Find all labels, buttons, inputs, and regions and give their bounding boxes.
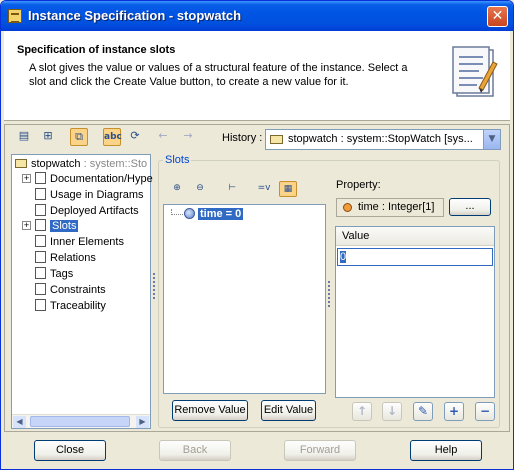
instance-icon	[15, 158, 27, 168]
title-bar[interactable]: Instance Specification - stopwatch ✕	[1, 1, 513, 31]
hierarchy-icon[interactable]: ⊢	[223, 181, 241, 197]
tree-item-traceability[interactable]: Traceability	[35, 299, 106, 315]
tree-item-label: Deployed Artifacts	[50, 205, 139, 217]
spellcheck-icon[interactable]: abc	[103, 128, 122, 146]
value-column-header[interactable]: Value	[336, 227, 494, 246]
edit-value-button[interactable]: Edit Value	[261, 400, 316, 421]
expand-icon[interactable]: +	[22, 174, 31, 183]
scroll-left-icon[interactable]: ◀	[13, 416, 26, 428]
instance-icon	[270, 135, 283, 144]
add-value-icon[interactable]: +	[444, 402, 464, 421]
tree-item-inner-elements[interactable]: Inner Elements	[35, 235, 124, 251]
tree-item-slots[interactable]: + Slots	[22, 219, 79, 235]
tree-root-name: stopwatch	[31, 158, 81, 170]
help-button[interactable]: Help	[410, 440, 482, 461]
slot-item-label: time = 0	[198, 208, 244, 220]
tree-item-label: Usage in Diagrams	[50, 189, 144, 201]
specification-header: Specification of instance slots A slot g…	[4, 31, 510, 121]
back-button[interactable]: Back	[159, 440, 231, 461]
page-icon	[35, 219, 46, 232]
expand-icon[interactable]: +	[22, 221, 31, 230]
scroll-thumb[interactable]	[30, 416, 130, 427]
value-table[interactable]: Value 0	[335, 226, 495, 398]
page-icon	[35, 188, 46, 201]
header-title: Specification of instance slots	[17, 44, 176, 56]
slots-splitter-handle[interactable]	[328, 281, 330, 309]
tree-item-relations[interactable]: Relations	[35, 251, 96, 267]
value-cell-text: 0	[340, 251, 347, 263]
page-icon	[35, 235, 46, 248]
tree-connector	[171, 209, 183, 215]
tree-splitter-handle[interactable]	[153, 273, 155, 301]
value-cell-input[interactable]: 0	[337, 248, 493, 266]
chevron-down-icon[interactable]: ▼	[483, 130, 500, 149]
grid-view-icon[interactable]: ▦	[279, 181, 297, 197]
slots-group-label: Slots	[163, 154, 192, 166]
history-dropdown[interactable]: stopwatch : system::StopWatch [sys... ▼	[265, 129, 501, 150]
page-icon	[35, 299, 46, 312]
show-values-icon[interactable]: =v	[255, 181, 273, 197]
header-description: A slot gives the value or values of a st…	[29, 62, 408, 88]
collapse-all-icon[interactable]: ⊖	[191, 181, 209, 197]
tree-item-label: Inner Elements	[50, 236, 124, 248]
tree-item-deployed-artifacts[interactable]: Deployed Artifacts	[35, 204, 139, 220]
property-value: time : Integer[1]	[358, 201, 435, 213]
back-arrow-icon[interactable]: ←	[154, 128, 172, 146]
expand-all-icon[interactable]: ⊕	[168, 181, 186, 197]
property-icon	[343, 203, 352, 212]
copy-icon[interactable]: ⧉	[70, 128, 88, 146]
window-title: Instance Specification - stopwatch	[28, 8, 242, 23]
slot-icon	[184, 207, 195, 219]
slot-item-time[interactable]: time = 0	[184, 207, 244, 221]
tree-item-label: Relations	[50, 252, 96, 264]
tree-item-documentation[interactable]: + Documentation/Hype	[22, 172, 153, 188]
page-icon	[35, 251, 46, 264]
move-down-icon[interactable]: ↓	[382, 402, 402, 421]
tree-item-usage-in-diagrams[interactable]: Usage in Diagrams	[35, 188, 144, 204]
tree-item-constraints[interactable]: Constraints	[35, 283, 106, 299]
history-label: History :	[222, 132, 263, 144]
remove-value-button[interactable]: Remove Value	[172, 400, 248, 421]
tree-item-label: Tags	[50, 268, 74, 280]
page-icon	[35, 172, 46, 185]
property-label: Property:	[336, 179, 381, 191]
close-button[interactable]: Close	[34, 440, 106, 461]
refresh-icon[interactable]: ⟳	[126, 128, 144, 146]
tree-item-label: Documentation/Hype	[50, 173, 153, 185]
app-icon	[8, 9, 22, 23]
forward-button[interactable]: Forward	[284, 440, 356, 461]
tree-item-label: Traceability	[50, 300, 106, 312]
close-window-button[interactable]: ✕	[487, 6, 508, 27]
tree-item-tags[interactable]: Tags	[35, 267, 73, 283]
move-up-icon[interactable]: ↑	[352, 402, 372, 421]
tree-root-type: : system::Sto	[80, 158, 148, 170]
page-icon	[35, 204, 46, 217]
tree-item-label: Constraints	[50, 284, 106, 296]
property-more-button[interactable]: ...	[449, 198, 491, 216]
table-view-icon[interactable]: ▤	[15, 128, 33, 146]
tree-item-label: Slots	[50, 220, 79, 232]
remove-value-icon[interactable]: −	[475, 402, 495, 421]
page-icon	[35, 267, 46, 280]
specification-document-icon	[452, 46, 498, 97]
instance-specification-dialog: Instance Specification - stopwatch ✕ Spe…	[0, 0, 514, 470]
slots-list[interactable]	[163, 204, 326, 394]
scroll-right-icon[interactable]: ▶	[136, 416, 149, 428]
forward-arrow-icon[interactable]: →	[179, 128, 197, 146]
history-value: stopwatch : system::StopWatch [sys...	[288, 133, 473, 145]
tree-view-icon[interactable]: ⊞	[39, 128, 57, 146]
property-field: time : Integer[1]	[336, 198, 444, 217]
page-icon	[35, 283, 46, 296]
edit-pencil-icon[interactable]: ✎	[413, 402, 433, 421]
tree-root-stopwatch[interactable]: stopwatch : system::Sto	[15, 157, 147, 173]
tree-horizontal-scrollbar[interactable]: ◀ ▶	[12, 414, 150, 428]
